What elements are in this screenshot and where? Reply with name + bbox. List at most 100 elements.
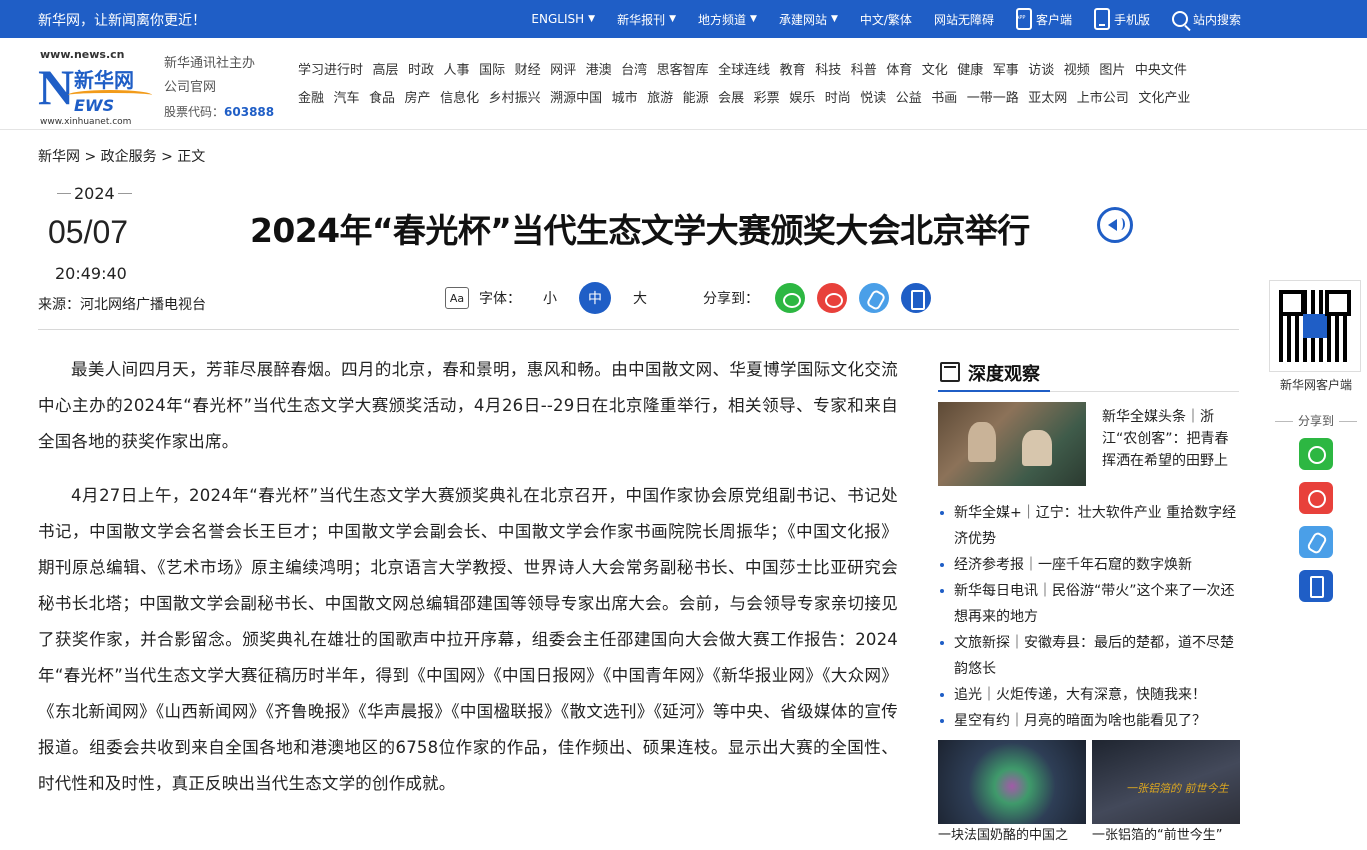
thumbnail-image[interactable]: 一张铝箔的 前世今生 [1092,740,1240,824]
channel-link[interactable]: 人事 [444,60,470,88]
channel-link[interactable]: 财经 [515,60,541,88]
client-app-link[interactable]: 客户端 [1015,8,1072,30]
channel-link[interactable]: 一带一路 [967,88,1019,116]
mobile-icon[interactable] [1299,570,1333,602]
chevron-down-icon: ▼ [830,14,838,24]
channel-link[interactable]: 能源 [683,88,709,116]
channel-link[interactable]: 图片 [1099,60,1125,88]
featured-story-title[interactable]: 新华全媒头条｜浙江“农创客”：把青春挥洒在希望的田野上 [1102,406,1239,472]
app-icon [1015,8,1032,30]
channel-link[interactable]: 溯源中国 [550,88,602,116]
list-item[interactable]: 新华全媒+｜辽宁：壮大软件产业 重拾数字经济优势 [938,500,1239,552]
thumbnail-caption[interactable]: 一块法国奶酪的中国之 [938,826,1086,846]
nav-xinhua-press[interactable]: 新华报刊 ▼ [617,11,676,28]
list-item[interactable]: 新华每日电讯｜民俗游“带火”这个来了一次还想再来的地方 [938,578,1239,630]
channel-link[interactable]: 港澳 [586,60,612,88]
channel-link[interactable]: 思客智库 [657,60,709,88]
book-icon [940,362,960,382]
weibo-share-icon[interactable] [817,283,847,313]
site-search-link[interactable]: 站内搜索 [1171,11,1241,28]
nav-english-label: ENGLISH [531,12,585,26]
channel-link[interactable]: 全球连线 [718,60,770,88]
thumbnail-card[interactable]: 一张铝箔的 前世今生 一张铝箔的“前世今生” [1092,740,1240,846]
channel-link[interactable]: 网评 [550,60,576,88]
thumbnail-caption[interactable]: 一张铝箔的“前世今生” [1092,826,1240,846]
heading-underline [938,390,1050,392]
channel-link[interactable]: 中央文件 [1135,60,1187,88]
channel-link[interactable]: 视频 [1064,60,1090,88]
nav-local-channels[interactable]: 地方频道 ▼ [698,11,757,28]
channel-link[interactable]: 上市公司 [1077,88,1129,116]
channel-link[interactable]: 文化 [922,60,948,88]
mobile-version-link[interactable]: 手机版 [1093,8,1150,30]
channel-link[interactable]: 房产 [405,88,431,116]
channel-link[interactable]: 国际 [479,60,505,88]
channel-link[interactable]: 台湾 [621,60,647,88]
nav-traditional-chinese[interactable]: 中文/繁体 [860,11,912,28]
search-label: 站内搜索 [1192,12,1241,27]
wechat-share-icon[interactable] [775,283,805,313]
font-small-button[interactable]: 小 [534,282,566,314]
breadcrumb[interactable]: 新华网 > 政企服务 > 正文 [38,146,205,166]
article-source: 来源：河北网络广播电视台 [38,297,206,313]
list-item[interactable]: 文旅新探｜安徽寿县：最后的楚都，道不尽楚韵悠长 [938,630,1239,682]
nav-built-sites[interactable]: 承建网站 ▼ [779,11,838,28]
chevron-down-icon: ▼ [588,14,596,24]
nav-english[interactable]: ENGLISH ▼ [531,12,595,26]
channel-link[interactable]: 汽车 [334,88,360,116]
list-item[interactable]: 经济参考报｜一座千年石窟的数字焕新 [938,552,1239,578]
channel-link[interactable]: 城市 [612,88,638,116]
thumbnail-image[interactable] [938,740,1086,824]
chevron-down-icon: ▼ [750,14,757,24]
channel-link[interactable]: 访谈 [1028,60,1054,88]
list-item[interactable]: 追光｜火炬传递，大有深意，快随我来！ [938,682,1239,708]
wechat-icon[interactable] [1299,438,1333,470]
nav-accessibility[interactable]: 网站无障碍 [934,11,994,28]
xinhua-logo[interactable]: www.news.cn N 新华网 EWS www.xinhuanet.com [38,46,156,127]
channel-link[interactable]: 旅游 [647,88,673,116]
font-medium-button[interactable]: 中 [579,282,611,314]
channel-link[interactable]: 时尚 [825,88,851,116]
channel-link[interactable]: 悦读 [860,88,886,116]
logo-name: 新华网 [74,68,134,92]
channel-link[interactable]: 会展 [718,88,744,116]
channel-link[interactable]: 公益 [896,88,922,116]
channel-link[interactable]: 健康 [957,60,983,88]
link-share-icon[interactable] [859,283,889,313]
channel-link[interactable]: 教育 [780,60,806,88]
mobile-label: 手机版 [1113,12,1150,27]
deep-observation-header: 深度观察 [938,352,1239,392]
channel-link[interactable]: 书画 [931,88,957,116]
article-title: 2024年“春光杯”当代生态文学大赛颁奖大会北京举行 [250,211,1030,250]
font-large-button[interactable]: 大 [624,282,656,314]
channel-link[interactable]: 文化产业 [1138,88,1190,116]
list-item[interactable]: 星空有约｜月亮的暗面为啥也能看见了？ [938,708,1239,734]
mobile-share-icon[interactable] [901,283,931,313]
channel-link[interactable]: 信息化 [440,88,479,116]
speaker-icon[interactable] [1097,207,1133,243]
channel-row-2: 金融 汽车 食品 房产 信息化 乡村振兴 溯源中国 城市 旅游 能源 会展 彩票 娱乐 时尚 悦读 公益 书画一… [298,88,1248,116]
channel-link[interactable]: 军事 [993,60,1019,88]
channel-link[interactable]: 科普 [851,60,877,88]
link-icon[interactable] [1299,526,1333,558]
channel-link[interactable]: 高层 [373,60,399,88]
logo-ews: EWS [74,96,115,115]
channel-link[interactable]: 学习进行时 [298,60,363,88]
channel-link[interactable]: 时政 [408,60,434,88]
channel-link[interactable]: 体育 [886,60,912,88]
stock-code[interactable]: 603888 [224,105,274,119]
channel-link[interactable]: 乡村振兴 [489,88,541,116]
channel-link[interactable]: 金融 [298,88,324,116]
featured-story[interactable]: 新华全媒头条｜浙江“农创客”：把青春挥洒在希望的田野上 [938,402,1239,488]
channel-link[interactable]: 食品 [369,88,395,116]
featured-story-image[interactable] [938,402,1086,486]
video-thumbnails: 一块法国奶酪的中国之 一张铝箔的 前世今生 一张铝箔的“前世今生” [938,740,1240,850]
channel-link[interactable]: 彩票 [754,88,780,116]
channel-link[interactable]: 亚太网 [1028,88,1067,116]
thumbnail-card[interactable]: 一块法国奶酪的中国之 [938,740,1086,846]
channel-link[interactable]: 科技 [815,60,841,88]
weibo-icon[interactable] [1299,482,1333,514]
nav-accessibility-label: 网站无障碍 [933,12,994,27]
channel-link[interactable]: 娱乐 [789,88,815,116]
logo-n-letter: N [38,59,75,115]
